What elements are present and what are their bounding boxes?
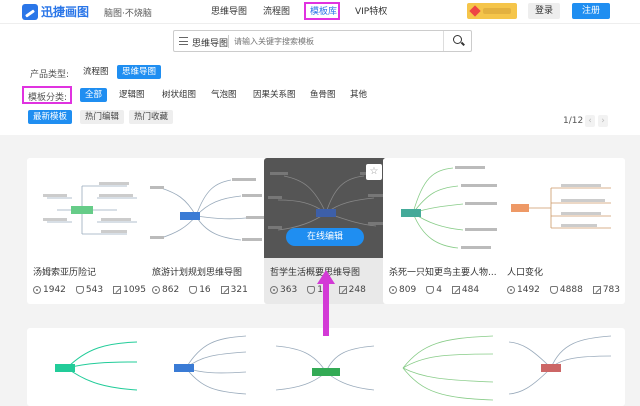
template-title: 杀死一只知更鸟主要人物... (389, 268, 497, 278)
template-stats: 1942 543 1095 (33, 285, 151, 295)
favorite-button[interactable]: ☆ (366, 164, 382, 180)
category-label: 模板分类: (28, 93, 68, 103)
nav-flowchart[interactable]: 流程图 (263, 0, 290, 24)
category-logic[interactable]: 逻辑图 (116, 88, 148, 102)
logo-icon (22, 3, 38, 20)
like-icon (549, 286, 558, 294)
view-count: 363 (280, 285, 298, 295)
view-icon (33, 286, 41, 294)
brand-name: 迅捷画图 (41, 5, 90, 19)
template-stats: 1492 4888 783 (507, 285, 625, 295)
edit-icon (113, 286, 122, 294)
like-icon (426, 286, 435, 294)
product-flowchart[interactable]: 流程图 (80, 65, 112, 79)
category-bubble[interactable]: 气泡图 (208, 88, 240, 102)
view-icon (152, 286, 160, 294)
page-indicator: 1/12 (563, 116, 584, 126)
template-stats: 862 16 321 (152, 285, 254, 295)
template-card[interactable] (146, 328, 270, 406)
category-cause[interactable]: 因果关系图 (250, 88, 299, 102)
search-icon (453, 35, 462, 44)
slogan: 脑图·不烧脑 (104, 9, 152, 19)
category-other[interactable]: 其他 (347, 88, 370, 102)
template-thumbnail: ☆ 在线编辑 (264, 158, 388, 258)
template-thumbnail (55, 341, 138, 391)
edit-count: 783 (602, 285, 620, 295)
template-thumbnail (146, 158, 270, 258)
like-count: 4888 (559, 285, 583, 295)
edit-count: 1095 (123, 285, 146, 295)
vip-badge[interactable] (467, 3, 517, 19)
edit-icon (451, 286, 460, 294)
product-mindmap[interactable]: 思维导图 (117, 65, 162, 79)
view-count: 1942 (43, 285, 66, 295)
like-icon (189, 286, 198, 294)
diamond-icon (469, 5, 481, 17)
template-thumbnail (174, 335, 247, 395)
edit-icon (338, 286, 347, 294)
template-thumbnail (275, 345, 375, 391)
annotation-arrow (323, 280, 329, 336)
prev-page-button[interactable]: ‹ (585, 115, 595, 127)
template-stats: 363 16 248 (270, 285, 372, 295)
edit-icon (592, 286, 601, 294)
register-button[interactable]: 注册 (572, 3, 610, 19)
view-count: 1492 (517, 285, 540, 295)
view-icon (389, 286, 397, 294)
category-tree[interactable]: 树状组图 (159, 88, 199, 102)
like-count: 4 (436, 285, 442, 295)
view-count: 809 (399, 285, 417, 295)
highlight-box (304, 2, 340, 20)
edit-online-button[interactable]: 在线编辑 (286, 228, 364, 246)
view-icon (270, 286, 278, 294)
template-card[interactable] (501, 328, 625, 406)
view-count: 862 (162, 285, 180, 295)
like-icon (75, 286, 84, 294)
top-bar: 迅捷画图 脑图·不烧脑 思维导图 流程图 模板库 VIP特权 登录 注册 (0, 0, 640, 24)
like-count: 16 (199, 285, 211, 295)
template-card[interactable]: 汤姆索亚历险记 1942 543 1095 (27, 158, 151, 304)
template-stats: 809 4 484 (389, 285, 485, 295)
category-all[interactable]: 全部 (80, 88, 108, 102)
view-icon (507, 286, 515, 294)
divider (228, 35, 229, 48)
category-fishbone[interactable]: 鱼骨图 (307, 88, 339, 102)
product-type-label: 产品类型: (30, 70, 70, 80)
search-button[interactable] (443, 31, 471, 51)
search-bar: 思维导图 (173, 30, 472, 52)
template-thumbnail (383, 158, 507, 258)
template-card[interactable] (383, 328, 507, 406)
edit-count: 248 (348, 285, 366, 295)
menu-icon[interactable] (179, 37, 188, 45)
template-title: 旅游计划规划思维导图 (152, 268, 243, 278)
search-input[interactable] (234, 34, 434, 49)
sort-popular-edit[interactable]: 热门编辑 (80, 110, 125, 124)
brand-logo[interactable]: 迅捷画图 (22, 3, 89, 20)
template-title: 哲学生活概要思维导图 (270, 268, 361, 278)
edit-count: 321 (230, 285, 248, 295)
sort-newest[interactable]: 最新模板 (28, 110, 73, 124)
template-card[interactable]: 杀死一只知更鸟主要人物... 809 4 484 (383, 158, 507, 304)
nav-mindmap[interactable]: 思维导图 (211, 0, 247, 24)
edit-icon (220, 286, 229, 294)
like-count: 543 (85, 285, 104, 295)
template-card[interactable]: 旅游计划规划思维导图 862 16 321 (146, 158, 270, 304)
template-title: 人口变化 (507, 268, 544, 278)
template-card[interactable] (27, 328, 151, 406)
template-thumbnail (508, 335, 612, 395)
like-icon (307, 286, 316, 294)
template-thumbnail (501, 158, 625, 258)
template-card[interactable]: 人口变化 1492 4888 783 (501, 158, 625, 304)
edit-count: 484 (461, 285, 480, 295)
template-title: 汤姆索亚历险记 (33, 268, 97, 278)
nav-vip[interactable]: VIP特权 (355, 0, 387, 24)
template-thumbnail (27, 158, 151, 258)
template-thumbnail (402, 335, 494, 401)
search-category[interactable]: 思维导图 (192, 36, 228, 49)
template-card[interactable] (264, 328, 388, 406)
sort-popular-fav[interactable]: 热门收藏 (129, 110, 174, 124)
blurred-username (483, 8, 511, 14)
next-page-button[interactable]: › (598, 115, 608, 127)
login-button[interactable]: 登录 (528, 3, 560, 19)
